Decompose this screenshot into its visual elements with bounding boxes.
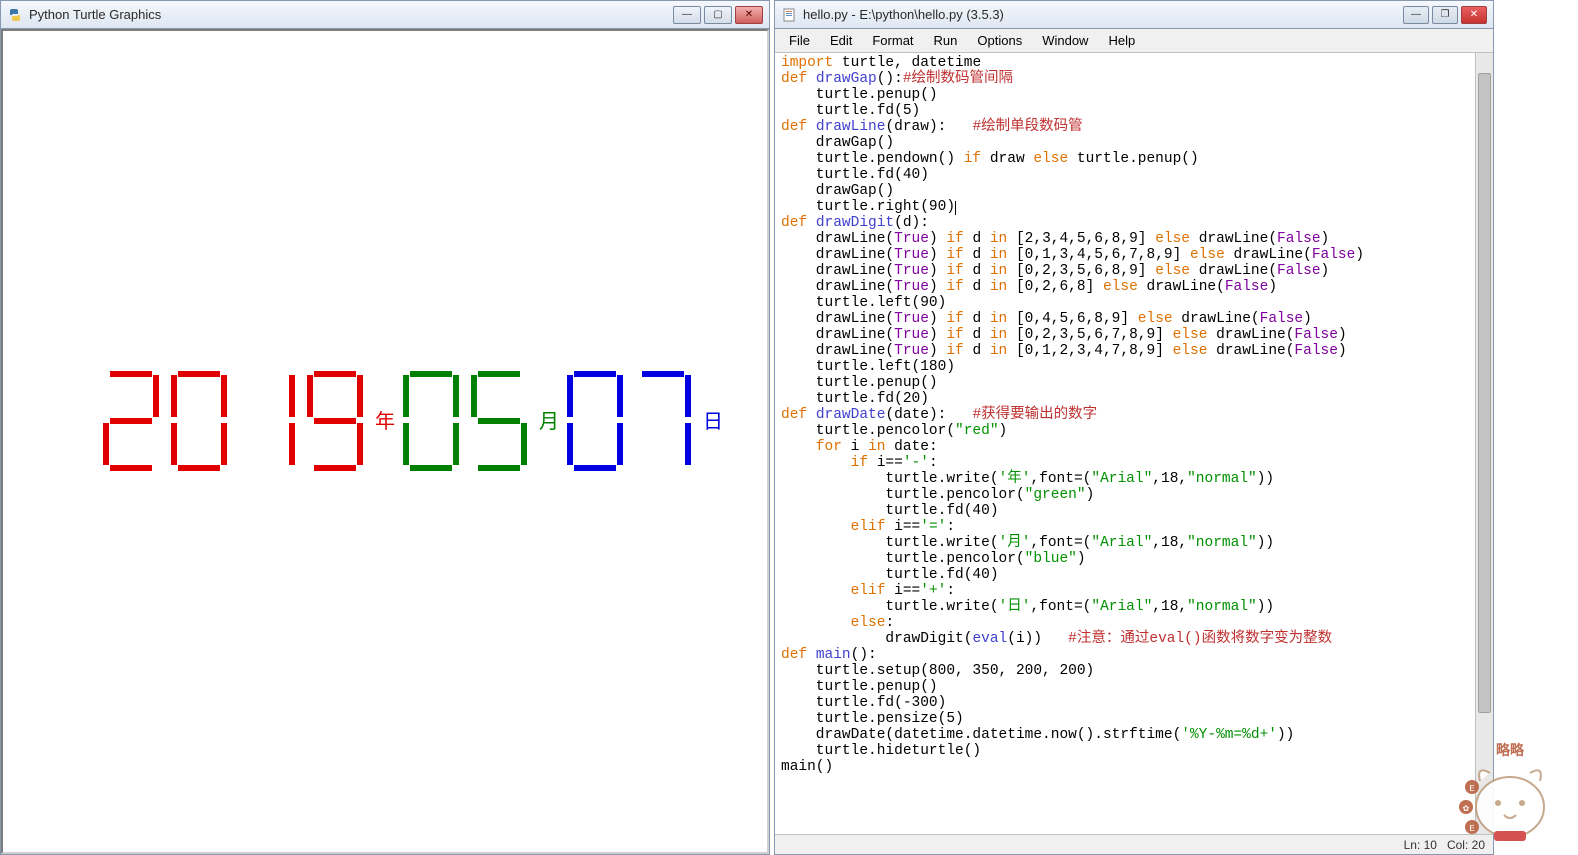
code-line[interactable]: turtle.pencolor("green") xyxy=(781,487,1487,503)
code-line[interactable]: import turtle, datetime xyxy=(781,55,1487,71)
code-line[interactable]: turtle.fd(40) xyxy=(781,567,1487,583)
close-button[interactable]: ✕ xyxy=(735,6,763,24)
seven-segment-digit xyxy=(635,371,691,471)
code-line[interactable]: main() xyxy=(781,759,1487,775)
status-bar: Ln: 10 Col: 20 xyxy=(775,834,1493,854)
seven-segment-digit xyxy=(567,371,623,471)
menu-help[interactable]: Help xyxy=(1098,31,1145,50)
code-line[interactable]: turtle.hideturtle() xyxy=(781,743,1487,759)
code-line[interactable]: drawLine(True) if d in [2,3,4,5,6,8,9] e… xyxy=(781,231,1487,247)
code-line[interactable]: turtle.left(90) xyxy=(781,295,1487,311)
scrollbar-thumb[interactable] xyxy=(1478,73,1491,713)
code-line[interactable]: turtle.penup() xyxy=(781,375,1487,391)
code-line[interactable]: if i=='-': xyxy=(781,455,1487,471)
status-col: Col: 20 xyxy=(1447,838,1485,852)
code-line[interactable]: elif i=='=': xyxy=(781,519,1487,535)
turtle-titlebar[interactable]: Python Turtle Graphics — ▢ ✕ xyxy=(1,1,769,29)
code-line[interactable]: drawLine(True) if d in [0,2,3,5,6,7,8,9]… xyxy=(781,327,1487,343)
date-separator-label: 年 xyxy=(375,405,395,434)
code-line[interactable]: turtle.setup(800, 350, 200, 200) xyxy=(781,663,1487,679)
code-line[interactable]: turtle.fd(40) xyxy=(781,167,1487,183)
code-line[interactable]: turtle.fd(5) xyxy=(781,103,1487,119)
code-line[interactable]: turtle.pensize(5) xyxy=(781,711,1487,727)
idle-window-title: hello.py - E:\python\hello.py (3.5.3) xyxy=(803,7,1004,22)
code-line[interactable]: drawLine(True) if d in [0,2,3,5,6,8,9] e… xyxy=(781,263,1487,279)
code-line[interactable]: turtle.right(90) xyxy=(781,199,1487,215)
code-line[interactable]: drawDate(datetime.datetime.now().strftim… xyxy=(781,727,1487,743)
code-line[interactable]: elif i=='+': xyxy=(781,583,1487,599)
python-icon xyxy=(7,7,23,23)
menu-edit[interactable]: Edit xyxy=(820,31,862,50)
menu-window[interactable]: Window xyxy=(1032,31,1098,50)
code-line[interactable]: turtle.write('年',font=("Arial",18,"norma… xyxy=(781,471,1487,487)
code-line[interactable]: turtle.penup() xyxy=(781,87,1487,103)
turtle-window-title: Python Turtle Graphics xyxy=(29,7,161,22)
watermark-text: 略略 xyxy=(1496,742,1525,758)
code-line[interactable]: for i in date: xyxy=(781,439,1487,455)
menu-format[interactable]: Format xyxy=(862,31,923,50)
seven-segment-digit xyxy=(307,371,363,471)
code-line[interactable]: turtle.pendown() if draw else turtle.pen… xyxy=(781,151,1487,167)
turtle-canvas: 年月日 xyxy=(1,29,769,854)
code-line[interactable]: else: xyxy=(781,615,1487,631)
code-line[interactable]: turtle.fd(40) xyxy=(781,503,1487,519)
idle-titlebar[interactable]: hello.py - E:\python\hello.py (3.5.3) — … xyxy=(775,1,1493,29)
code-line[interactable]: drawLine(True) if d in [0,1,2,3,4,7,8,9]… xyxy=(781,343,1487,359)
code-line[interactable]: def drawDate(date): #获得要输出的数字 xyxy=(781,407,1487,423)
code-line[interactable]: def drawLine(draw): #绘制单段数码管 xyxy=(781,119,1487,135)
seven-segment-digit xyxy=(403,371,459,471)
code-line[interactable]: drawGap() xyxy=(781,135,1487,151)
close-button[interactable]: ✕ xyxy=(1461,6,1487,24)
code-line[interactable]: drawGap() xyxy=(781,183,1487,199)
date-separator-label: 月 xyxy=(539,405,559,434)
code-line[interactable]: turtle.fd(-300) xyxy=(781,695,1487,711)
idle-file-icon xyxy=(781,7,797,23)
vertical-scrollbar[interactable] xyxy=(1475,53,1493,834)
turtle-graphics-window: Python Turtle Graphics — ▢ ✕ 年 月 日 xyxy=(0,0,770,855)
code-line[interactable]: turtle.write('月',font=("Arial",18,"norma… xyxy=(781,535,1487,551)
code-line[interactable]: def drawGap():#绘制数码管间隔 xyxy=(781,71,1487,87)
code-line[interactable]: turtle.pencolor("red") xyxy=(781,423,1487,439)
code-line[interactable]: turtle.fd(20) xyxy=(781,391,1487,407)
menu-options[interactable]: Options xyxy=(967,31,1032,50)
seven-segment-digit xyxy=(471,371,527,471)
restore-button[interactable]: ❐ xyxy=(1432,6,1458,24)
code-line[interactable]: turtle.write('日',font=("Arial",18,"norma… xyxy=(781,599,1487,615)
code-line[interactable]: drawLine(True) if d in [0,4,5,6,8,9] els… xyxy=(781,311,1487,327)
maximize-button[interactable]: ▢ xyxy=(704,6,732,24)
minimize-button[interactable]: — xyxy=(673,6,701,24)
seven-segment-digit xyxy=(103,371,159,471)
date-display: 年月日 xyxy=(103,371,731,471)
code-line[interactable]: turtle.left(180) xyxy=(781,359,1487,375)
idle-menubar: FileEditFormatRunOptionsWindowHelp xyxy=(775,29,1493,53)
code-line[interactable]: turtle.pencolor("blue") xyxy=(781,551,1487,567)
seven-segment-digit xyxy=(239,371,295,471)
seven-segment-digit xyxy=(171,371,227,471)
code-line[interactable]: drawLine(True) if d in [0,1,3,4,5,6,7,8,… xyxy=(781,247,1487,263)
menu-file[interactable]: File xyxy=(779,31,820,50)
minimize-button[interactable]: — xyxy=(1403,6,1429,24)
code-line[interactable]: def drawDigit(d): xyxy=(781,215,1487,231)
code-line[interactable]: drawLine(True) if d in [0,2,6,8] else dr… xyxy=(781,279,1487,295)
status-line: Ln: 10 xyxy=(1404,838,1437,852)
code-line[interactable]: def main(): xyxy=(781,647,1487,663)
code-line[interactable]: turtle.penup() xyxy=(781,679,1487,695)
date-separator-label: 日 xyxy=(703,405,723,434)
code-editor[interactable]: import turtle, datetimedef drawGap():#绘制… xyxy=(775,53,1493,834)
menu-run[interactable]: Run xyxy=(924,31,968,50)
idle-editor-window: hello.py - E:\python\hello.py (3.5.3) — … xyxy=(774,0,1494,855)
code-line[interactable]: drawDigit(eval(i)) #注意：通过eval()函数将数字变为整数 xyxy=(781,631,1487,647)
